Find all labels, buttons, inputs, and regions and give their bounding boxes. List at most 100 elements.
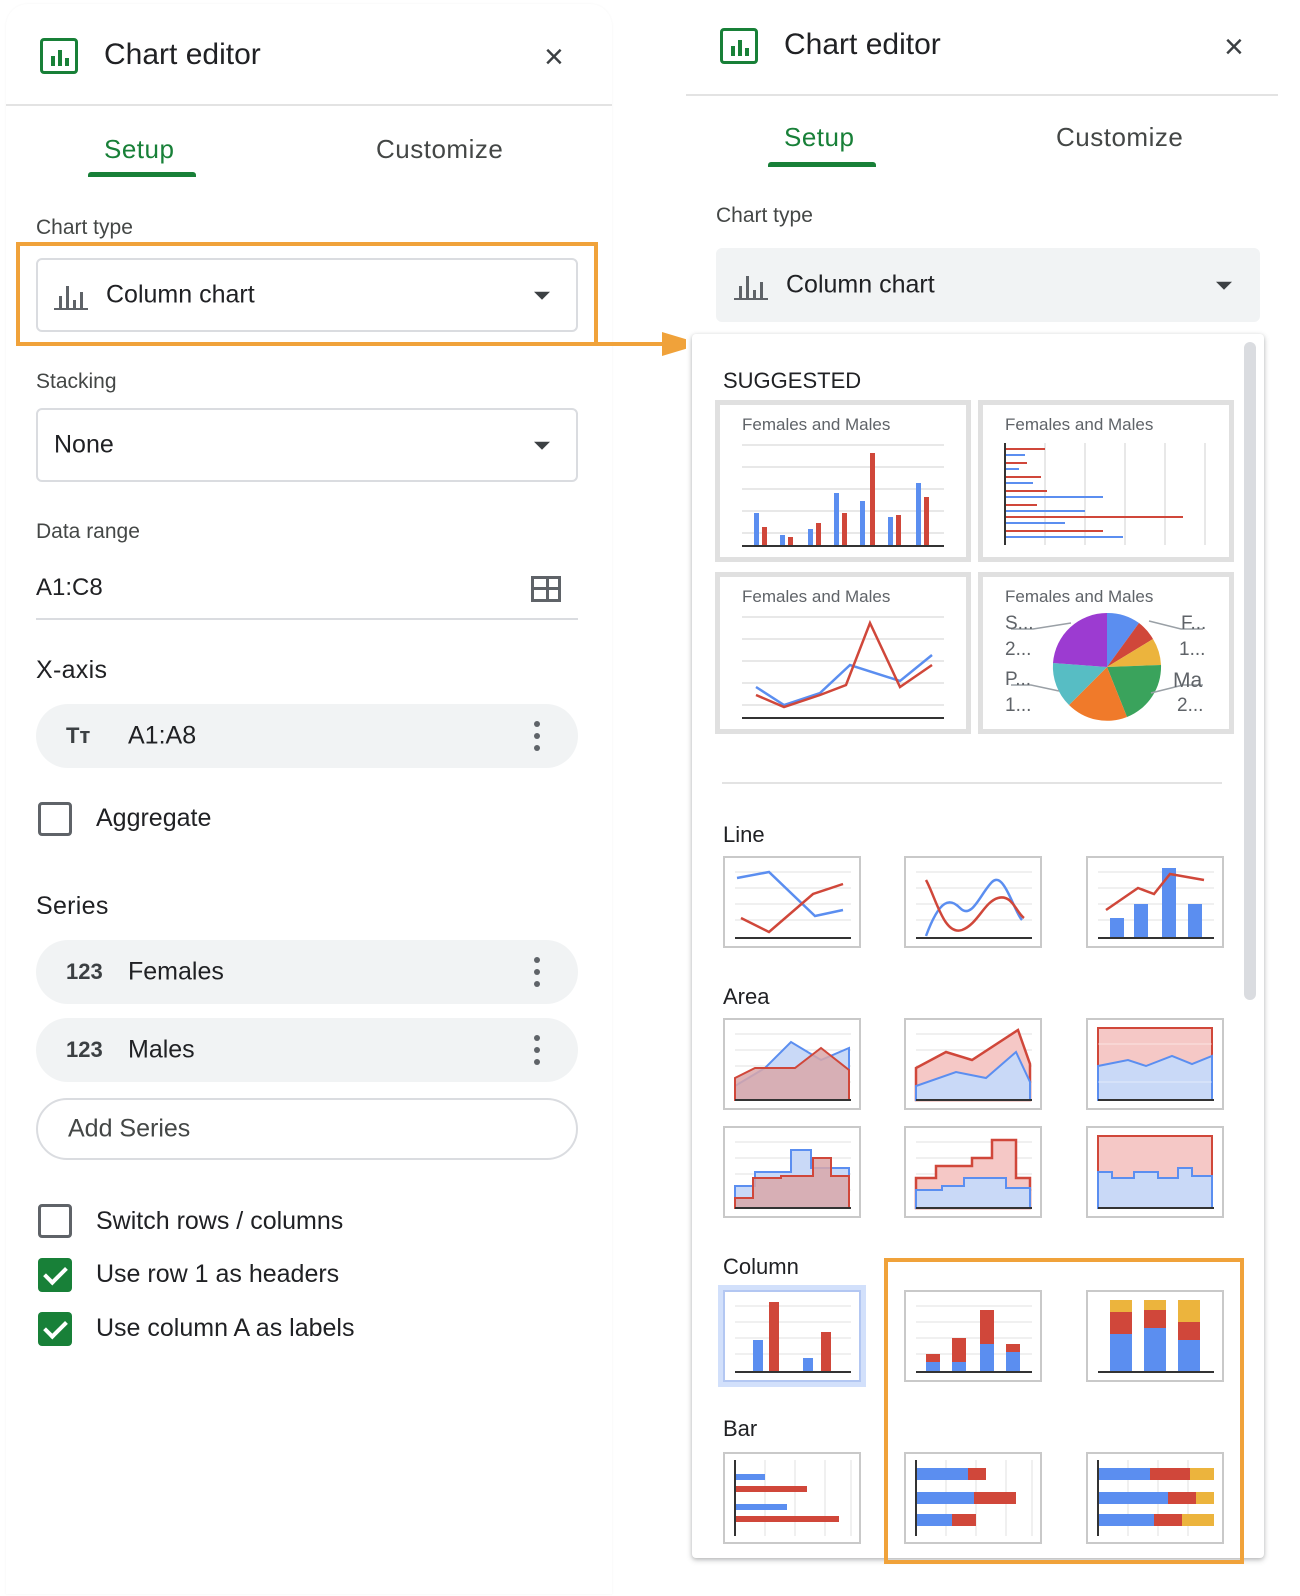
percent-stepped-area-chart-thumbnail [1097, 1135, 1214, 1209]
stepped-area-chart-option[interactable] [723, 1126, 861, 1218]
tab-customize[interactable]: Customize [1056, 122, 1183, 153]
chart-type-label: Chart type [36, 216, 133, 239]
chart-type-label: Chart type [716, 204, 813, 227]
bar-heading: Bar [723, 1416, 758, 1441]
pie-label: Ma [1173, 669, 1203, 692]
tab-setup[interactable]: Setup [784, 122, 854, 153]
data-range-input[interactable]: A1:C8 [36, 574, 103, 602]
stacked-stepped-area-chart-option[interactable] [904, 1126, 1042, 1218]
percent-stepped-area-chart-option[interactable] [1086, 1126, 1224, 1218]
column-chart-thumbnail [735, 1302, 851, 1373]
stacked-stepped-area-chart-thumbnail [914, 1138, 1032, 1210]
combo-chart-thumbnail [1098, 868, 1214, 939]
aggregate-label: Aggregate [96, 804, 212, 832]
use-row-headers-label: Use row 1 as headers [96, 1260, 340, 1288]
pie-label: 2... [1177, 695, 1204, 716]
area-heading: Area [723, 984, 770, 1009]
pie-label: 1... [1179, 639, 1206, 660]
tab-customize[interactable]: Customize [376, 134, 503, 165]
data-range-underline [36, 618, 578, 620]
pie-label: S... [1005, 613, 1034, 634]
screenshot: Chart editor × Setup Customize Chart typ… [0, 0, 1300, 1596]
more-vert-icon[interactable] [534, 721, 540, 751]
series-name: Males [128, 1035, 195, 1064]
switch-rows-columns-label: Switch rows / columns [96, 1207, 344, 1235]
percent-area-chart-thumbnail [1097, 1027, 1214, 1101]
series-chip-females[interactable]: 123 Females [36, 940, 578, 1004]
chart-icon [40, 38, 78, 74]
bar-chart-thumbnail [1004, 443, 1206, 545]
editor-header: Chart editor × [6, 4, 612, 106]
close-icon[interactable]: × [544, 40, 564, 74]
chart-type-value: Column chart [786, 270, 935, 299]
stacking-dropdown[interactable]: None [36, 408, 578, 482]
bar-chart-thumbnail [734, 1460, 852, 1536]
area-chart-thumbnail [734, 1033, 851, 1101]
area-chart-option[interactable] [723, 1018, 861, 1110]
arrow-line [596, 342, 666, 346]
stacking-value: None [54, 430, 114, 459]
column-heading: Column [723, 1254, 799, 1279]
series-name: Females [128, 957, 224, 986]
use-column-labels-label: Use column A as labels [96, 1314, 355, 1342]
stepped-area-chart-thumbnail [734, 1141, 851, 1209]
use-column-labels-checkbox[interactable] [38, 1312, 72, 1346]
data-range-label: Data range [36, 520, 140, 543]
chart-type-dropdown-open[interactable]: Column chart [716, 248, 1260, 322]
suggested-line-chart[interactable]: Females and Males [715, 572, 971, 734]
bar-chart-option[interactable] [723, 1452, 861, 1544]
pie-label: F... [1181, 613, 1207, 634]
switch-rows-columns-checkbox[interactable] [38, 1204, 72, 1238]
select-range-icon[interactable] [531, 576, 561, 602]
number-type-icon: 123 [66, 959, 103, 984]
chart-icon [720, 28, 758, 64]
tab-setup[interactable]: Setup [104, 134, 174, 165]
x-axis-chip[interactable]: Tт A1:A8 [36, 704, 578, 768]
text-type-icon: Tт [66, 723, 91, 748]
chevron-down-icon [1216, 281, 1232, 290]
more-vert-icon[interactable] [534, 1035, 540, 1065]
line-chart-thumbnail [742, 616, 944, 719]
percent-area-chart-option[interactable] [1086, 1018, 1224, 1110]
tab-setup-indicator [88, 172, 196, 177]
suggested-heading: SUGGESTED [723, 368, 862, 393]
menu-divider [722, 782, 1222, 784]
series-heading: Series [36, 892, 109, 920]
column-chart-option[interactable] [723, 1290, 861, 1382]
menu-scrollbar[interactable] [1244, 342, 1256, 1000]
use-row-headers-checkbox[interactable] [38, 1258, 72, 1292]
tab-setup-indicator [768, 162, 876, 167]
line-chart-option[interactable] [723, 856, 861, 948]
suggested-pie-chart[interactable]: Females and Males S... 2... P... 1... F.… [978, 572, 1234, 734]
pie-label: 1... [1005, 695, 1032, 716]
line-chart-thumbnail [735, 870, 851, 939]
line-heading: Line [723, 822, 765, 847]
x-axis-heading: X-axis [36, 656, 108, 684]
pie-label: 2... [1005, 639, 1032, 660]
close-icon[interactable]: × [1224, 30, 1244, 64]
highlight-stacked-options [884, 1258, 1244, 1564]
stacking-label: Stacking [36, 370, 117, 393]
column-chart-thumbnail [742, 444, 944, 547]
combo-chart-option[interactable] [1086, 856, 1224, 948]
x-axis-range: A1:A8 [128, 721, 197, 750]
aggregate-checkbox[interactable] [38, 802, 72, 836]
smooth-line-chart-thumbnail [916, 871, 1032, 939]
smooth-line-chart-option[interactable] [904, 856, 1042, 948]
series-chip-males[interactable]: 123 Males [36, 1018, 578, 1082]
pie-label: P... [1005, 669, 1032, 690]
column-chart-icon [734, 270, 768, 300]
editor-title: Chart editor [784, 28, 941, 61]
suggested-bar-chart[interactable]: Females and Males [978, 400, 1234, 562]
add-series-label: Add Series [68, 1114, 191, 1143]
editor-title: Chart editor [104, 38, 261, 71]
stacked-area-chart-thumbnail [914, 1028, 1032, 1102]
highlight-chart-type [16, 242, 598, 346]
number-type-icon: 123 [66, 1037, 103, 1062]
stacked-area-chart-option[interactable] [904, 1018, 1042, 1110]
editor-header: Chart editor × [686, 0, 1278, 96]
chevron-down-icon [534, 441, 550, 450]
add-series-button[interactable]: Add Series [36, 1098, 578, 1160]
suggested-column-chart[interactable]: Females and Males [715, 400, 971, 562]
more-vert-icon[interactable] [534, 957, 540, 987]
